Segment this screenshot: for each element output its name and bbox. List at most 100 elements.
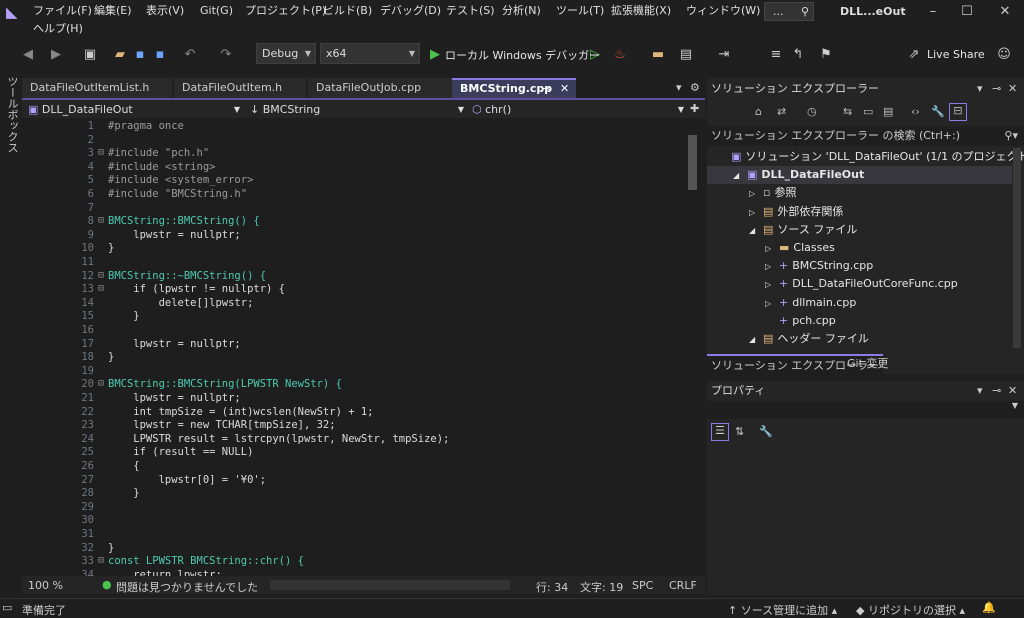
back-icon[interactable]: ◀ [20, 47, 36, 63]
menu-item-9[interactable]: ツール(T) [553, 3, 607, 19]
code-line[interactable]: #include "pch.h" [108, 147, 209, 159]
redo-icon[interactable]: ↷ [218, 47, 234, 63]
menu-item-10[interactable]: 拡張機能(X) [608, 3, 674, 19]
menu-item-5[interactable]: ビルド(B) [320, 3, 375, 19]
fold-icon[interactable]: ⊟ [98, 555, 104, 566]
tree-item[interactable]: ▷ ▬ Classes [707, 239, 1012, 257]
tree-item[interactable]: ▣ ソリューション 'DLL_DataFileOut' (1/1 のプロジェクト) [707, 148, 1024, 166]
code-line[interactable]: return lpwstr; [108, 569, 222, 576]
expander-icon[interactable]: ▷ [765, 295, 779, 313]
close-button[interactable]: ✕ [996, 4, 1014, 20]
preview-icon[interactable]: ⊟ [949, 103, 967, 121]
repo-select-button[interactable]: ◆ リポジトリの選択 ▴ [856, 602, 965, 618]
code-line[interactable]: } [108, 487, 139, 499]
fold-icon[interactable]: ⊟ [98, 215, 104, 226]
column-status[interactable]: 文字: 19 [580, 579, 623, 595]
issues-status[interactable]: 問題は見つかりませんでした [116, 579, 258, 595]
menu-item-3[interactable]: Git(G) [197, 3, 236, 19]
expander-icon[interactable]: ▷ [765, 276, 779, 294]
tree-item[interactable]: ◢ ▤ ソース ファイル [707, 221, 1012, 239]
tab-list-icon[interactable]: ▾ [676, 81, 682, 94]
code-line[interactable]: #include "BMCString.h" [108, 188, 247, 200]
pin-icon[interactable]: ⊸ [542, 80, 551, 97]
code-line[interactable]: } [108, 351, 114, 363]
notification-icon[interactable]: 🔔 [982, 601, 996, 614]
config-select[interactable]: Debug ▼ [256, 43, 316, 64]
tree-item[interactable]: ▷ ▤ 外部依存関係 [707, 203, 1012, 221]
code-line[interactable]: int tmpSize = (int)wcslen(NewStr) + 1; [108, 406, 373, 418]
menu-item-4[interactable]: プロジェクト(P) [242, 3, 329, 19]
tree-item[interactable]: ▷ + DLL_DataFileOutCoreFunc.cpp [707, 275, 1012, 293]
fold-icon[interactable]: ⊟ [98, 378, 104, 389]
tree-item[interactable]: ▷ + BMCString.cpp [707, 257, 1012, 275]
maximize-button[interactable]: ☐ [958, 4, 976, 20]
tree-item[interactable]: + pch.cpp [707, 312, 1012, 330]
fold-icon[interactable]: ⊟ [98, 147, 104, 158]
breakpoint-icon[interactable]: ⇥ [716, 47, 732, 63]
expander-icon[interactable]: ▷ [749, 204, 763, 222]
code-line[interactable]: lpwstr = nullptr; [108, 392, 240, 404]
undo-icon[interactable]: ↶ [182, 47, 198, 63]
close-icon[interactable]: ✕ [1008, 384, 1017, 397]
tab-datafileoutitemlist-h[interactable]: DataFileOutItemList.h [22, 78, 172, 98]
code-line[interactable]: } [108, 310, 139, 322]
tab-git-changes[interactable]: Git 変更 [843, 354, 892, 374]
menu-item-7[interactable]: テスト(S) [443, 3, 498, 19]
code-editor[interactable]: 1 #pragma once 2 3 ⊟ #include "pch.h" 4 #includ… [22, 118, 685, 576]
code-line[interactable]: lpwstr[0] = '¥0'; [108, 474, 266, 486]
pin-icon[interactable]: ⊸ [992, 384, 1001, 397]
tab-datafileoutitem-h[interactable]: DataFileOutItem.h [174, 78, 306, 98]
scrollbar-thumb[interactable] [688, 135, 697, 190]
menu-item-12[interactable]: ヘルプ(H) [30, 21, 86, 37]
code-line[interactable]: } [108, 542, 114, 554]
code-line[interactable]: #pragma once [108, 120, 184, 132]
code-line[interactable]: const LPWSTR BMCString::chr() { [108, 555, 304, 567]
source-control-button[interactable]: ↑ ソース管理に追加 ▴ [728, 602, 837, 618]
live-share-icon[interactable]: ⇗ [906, 47, 922, 63]
expander-icon[interactable]: ▷ [765, 258, 779, 276]
alphabetical-icon[interactable]: ⇅ [735, 425, 744, 438]
expander-icon[interactable]: ▷ [765, 240, 779, 258]
code-line[interactable]: #include <system_error> [108, 174, 253, 186]
zoom-level[interactable]: 100 % [28, 579, 63, 592]
whitespace-status[interactable]: SPC [632, 579, 653, 592]
code-line[interactable]: LPWSTR result = lstrcpyn(lpwstr, NewStr,… [108, 433, 449, 445]
pin-icon[interactable]: ⊸ [992, 82, 1001, 95]
refresh-icon[interactable]: ⇆ [843, 105, 852, 118]
line-number-status[interactable]: 行: 34 [536, 579, 568, 595]
categorized-icon[interactable]: ☰ [711, 423, 729, 441]
property-pages-icon[interactable]: 🔧 [759, 425, 773, 438]
fold-icon[interactable]: ⊟ [98, 283, 104, 294]
panel-menu-icon[interactable]: ▾ [977, 82, 983, 95]
tab-bmcstring-cpp[interactable]: BMCString.cpp ⊸ ✕ [452, 78, 576, 98]
sync-icon[interactable]: ⇄ [777, 105, 786, 118]
expander-icon[interactable]: ◢ [749, 222, 763, 240]
home-icon[interactable]: ⌂ [755, 105, 762, 118]
code-line[interactable]: #include <string> [108, 161, 215, 173]
toolbox-tab[interactable]: ツールボックス [4, 76, 20, 153]
history-icon[interactable]: ◷ [807, 105, 817, 118]
menu-item-0[interactable]: ファイル(F) [30, 3, 95, 19]
show-all-icon[interactable]: ▤ [883, 105, 893, 118]
tab-datafileoutjob-cpp[interactable]: DataFileOutJob.cpp [308, 78, 452, 98]
scope-select[interactable]: ↓ BMCString ▼ [246, 101, 466, 118]
code-line[interactable]: } [108, 242, 114, 254]
menu-item-1[interactable]: 編集(E) [91, 3, 135, 19]
forward-icon[interactable]: ▶ [48, 47, 64, 63]
tree-item[interactable]: ◢ ▤ ヘッダー ファイル [707, 330, 1012, 348]
expander-icon[interactable]: ◢ [733, 167, 747, 185]
line-ending-status[interactable]: CRLF [669, 579, 697, 592]
save-icon[interactable]: ▪ [132, 47, 148, 63]
wrench-icon[interactable]: 🔧 [931, 105, 945, 118]
run-debugger-button[interactable]: ローカル Windows デバッガー [445, 47, 600, 63]
code-line[interactable]: BMCString::~BMCString() { [108, 270, 266, 282]
code-line[interactable]: lpwstr = nullptr; [108, 338, 240, 350]
menu-item-8[interactable]: 分析(N) [499, 3, 544, 19]
open-file-icon[interactable]: ▰ [112, 47, 128, 63]
horizontal-scrollbar[interactable] [270, 580, 510, 590]
code-view-icon[interactable]: ‹› [911, 105, 920, 118]
menu-item-6[interactable]: デバッグ(D) [377, 3, 444, 19]
panel-menu-icon[interactable]: ▾ [977, 384, 983, 397]
expander-icon[interactable]: ▷ [749, 185, 763, 203]
code-line[interactable]: lpwstr = new TCHAR[tmpSize], 32; [108, 419, 335, 431]
